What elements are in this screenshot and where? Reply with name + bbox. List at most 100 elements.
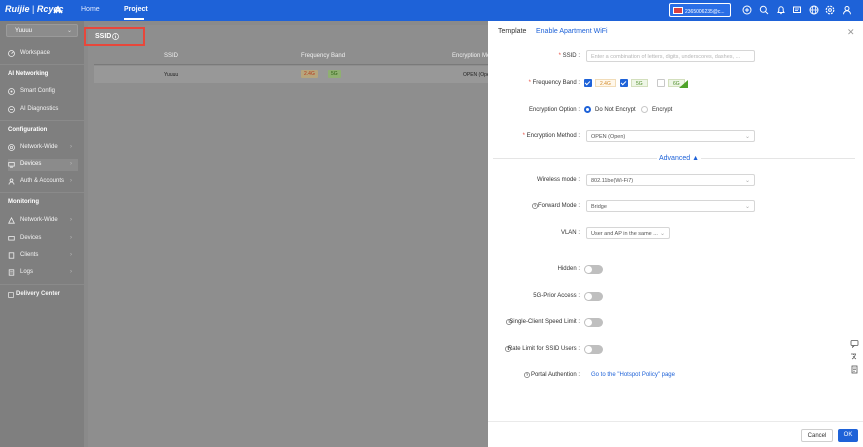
advanced-toggle[interactable]: Advanced ▲ (657, 155, 702, 162)
single-client-speed-limit-toggle[interactable] (584, 318, 603, 327)
hidden-label: Hidden : (557, 266, 580, 272)
chevron-right-icon: › (70, 235, 72, 241)
wireless-mode-select[interactable]: 802.11be(Wi-Fi7) ⌄ (586, 174, 755, 186)
sidebar-item-monitor-network-wide[interactable]: Network-Wide › (8, 215, 78, 227)
radio-label-do-not-encrypt: Do Not Encrypt (595, 107, 636, 113)
encryption-method-select[interactable]: OPEN (Open) ⌄ (586, 130, 755, 142)
checkbox-5g[interactable] (620, 79, 628, 87)
ok-button[interactable]: OK (838, 429, 858, 442)
devices-icon (8, 236, 15, 241)
vlan-label: VLAN : (560, 230, 580, 236)
sidebar-item-label: Clients (20, 252, 39, 258)
sidebar-item-smart-config[interactable]: Smart Config (8, 86, 78, 98)
footer-divider (488, 421, 863, 422)
sidebar-item-label: Devices (20, 235, 42, 241)
portal-auth-label: Portal Authention : (530, 372, 580, 378)
document-icon[interactable] (850, 365, 859, 374)
sidebar-item-label: Smart Config (20, 88, 56, 94)
close-icon[interactable]: ✕ (847, 27, 855, 38)
table-row[interactable] (94, 66, 488, 83)
sidebar-item-delivery-center[interactable]: Delivery Center (8, 289, 78, 301)
account-selector[interactable]: 2365006235@c... (669, 3, 731, 17)
table-header (94, 48, 488, 65)
5g-prior-access-label: 5G-Prior Access : (533, 293, 580, 299)
section-title-monitoring: Monitoring (8, 199, 39, 205)
forward-mode-label: Forward Mode : (537, 203, 580, 209)
network-icon (8, 217, 15, 224)
sidebar-item-logs[interactable]: Logs › (8, 267, 78, 279)
divider (0, 192, 84, 193)
sidebar-item-workspace[interactable]: Workspace (8, 48, 78, 60)
column-header-ssid: SSID (164, 53, 179, 59)
chevron-right-icon: › (70, 269, 72, 275)
delivery-icon (8, 292, 14, 298)
tab-enable-apartment-wifi[interactable]: Enable Apartment WiFi (536, 28, 608, 35)
user-icon[interactable] (842, 5, 852, 15)
sidebar-item-auth-accounts[interactable]: Auth & Accounts › (8, 176, 78, 188)
section-title-configuration: Configuration (8, 127, 48, 133)
nav-tab-home[interactable]: Home (81, 6, 100, 13)
bell-icon[interactable] (776, 5, 786, 15)
checkbox-2-4g[interactable] (584, 79, 592, 87)
chevron-right-icon: › (70, 217, 72, 223)
search-icon[interactable] (759, 5, 769, 15)
sidebar-item-ai-diagnostics[interactable]: AI Diagnostics (8, 104, 78, 116)
sidebar-item-label: Network-Wide (20, 217, 58, 223)
hotspot-policy-link[interactable]: Go to the "Hotspot Policy" page (591, 372, 675, 378)
highlight-box (84, 27, 145, 46)
translate-icon[interactable] (850, 352, 859, 361)
org-selector[interactable]: Yuuuu ⌄ (6, 24, 78, 37)
globe-icon[interactable] (809, 5, 819, 15)
sidebar-item-label: Workspace (20, 50, 50, 56)
flag-icon (673, 7, 683, 14)
active-tab-indicator (124, 18, 144, 20)
chevron-down-icon: ⌄ (66, 28, 72, 34)
sidebar-item-clients[interactable]: Clients › (8, 250, 78, 262)
add-icon[interactable] (742, 5, 752, 15)
ssid-label: * SSID : (558, 53, 580, 59)
chip-2-4g: 2.4G (595, 79, 616, 87)
5g-prior-access-toggle[interactable] (584, 292, 603, 301)
radio-encrypt[interactable] (641, 106, 648, 113)
chevron-down-icon: ⌄ (659, 231, 665, 237)
clients-icon (8, 252, 15, 259)
sidebar-item-config-devices[interactable]: Devices › (8, 159, 78, 171)
ai-diagnostics-icon (8, 106, 15, 113)
hidden-toggle[interactable] (584, 265, 603, 274)
message-icon[interactable] (792, 5, 802, 15)
band-badge-2-4g: 2.4G (301, 70, 318, 78)
band-badge-5g: 5G (328, 70, 341, 78)
sidebar-item-label: Logs (20, 269, 34, 275)
tab-template[interactable]: Template (498, 28, 526, 35)
chat-icon[interactable] (850, 339, 859, 348)
sidebar-item-label: Devices (20, 161, 42, 167)
rate-limit-toggle[interactable] (584, 345, 603, 354)
nav-tab-project[interactable]: Project (124, 6, 148, 13)
checkbox-6g[interactable] (657, 79, 665, 87)
chevron-down-icon: ⌄ (744, 178, 750, 184)
ssid-input[interactable]: Enter a combination of letters, digits, … (586, 50, 755, 62)
devices-icon (8, 162, 15, 168)
chip-5g: 5G (631, 79, 648, 87)
radio-do-not-encrypt[interactable] (584, 106, 591, 113)
sidebar-item-monitor-devices[interactable]: Devices › (8, 233, 78, 245)
network-icon (8, 144, 15, 151)
chevron-right-icon: › (70, 144, 72, 150)
chevron-right-icon: › (70, 178, 72, 184)
sidebar-item-config-network-wide[interactable]: Network-Wide › (8, 142, 78, 154)
sidebar-item-label: Network-Wide (20, 144, 58, 150)
chevron-down-icon: ⌄ (744, 134, 750, 140)
forward-mode-select[interactable]: Bridge ⌄ (586, 200, 755, 212)
column-header-frequency-band: Frequency Band (301, 53, 346, 59)
sidebar-item-label: Delivery Center (16, 291, 61, 297)
encryption-method-label: * Encryption Method : (522, 133, 580, 139)
vlan-select[interactable]: User and AP in the same ... ⌄ (586, 227, 670, 239)
cancel-button[interactable]: Cancel (801, 429, 833, 442)
workspace-icon (8, 50, 15, 57)
wireless-mode-label: Wireless mode : (536, 177, 580, 183)
logo-mark-icon (53, 5, 63, 14)
divider (0, 120, 84, 121)
sidebar-item-label: AI Diagnostics (20, 106, 59, 112)
ssid-card (88, 25, 488, 447)
settings-icon[interactable] (825, 5, 835, 15)
